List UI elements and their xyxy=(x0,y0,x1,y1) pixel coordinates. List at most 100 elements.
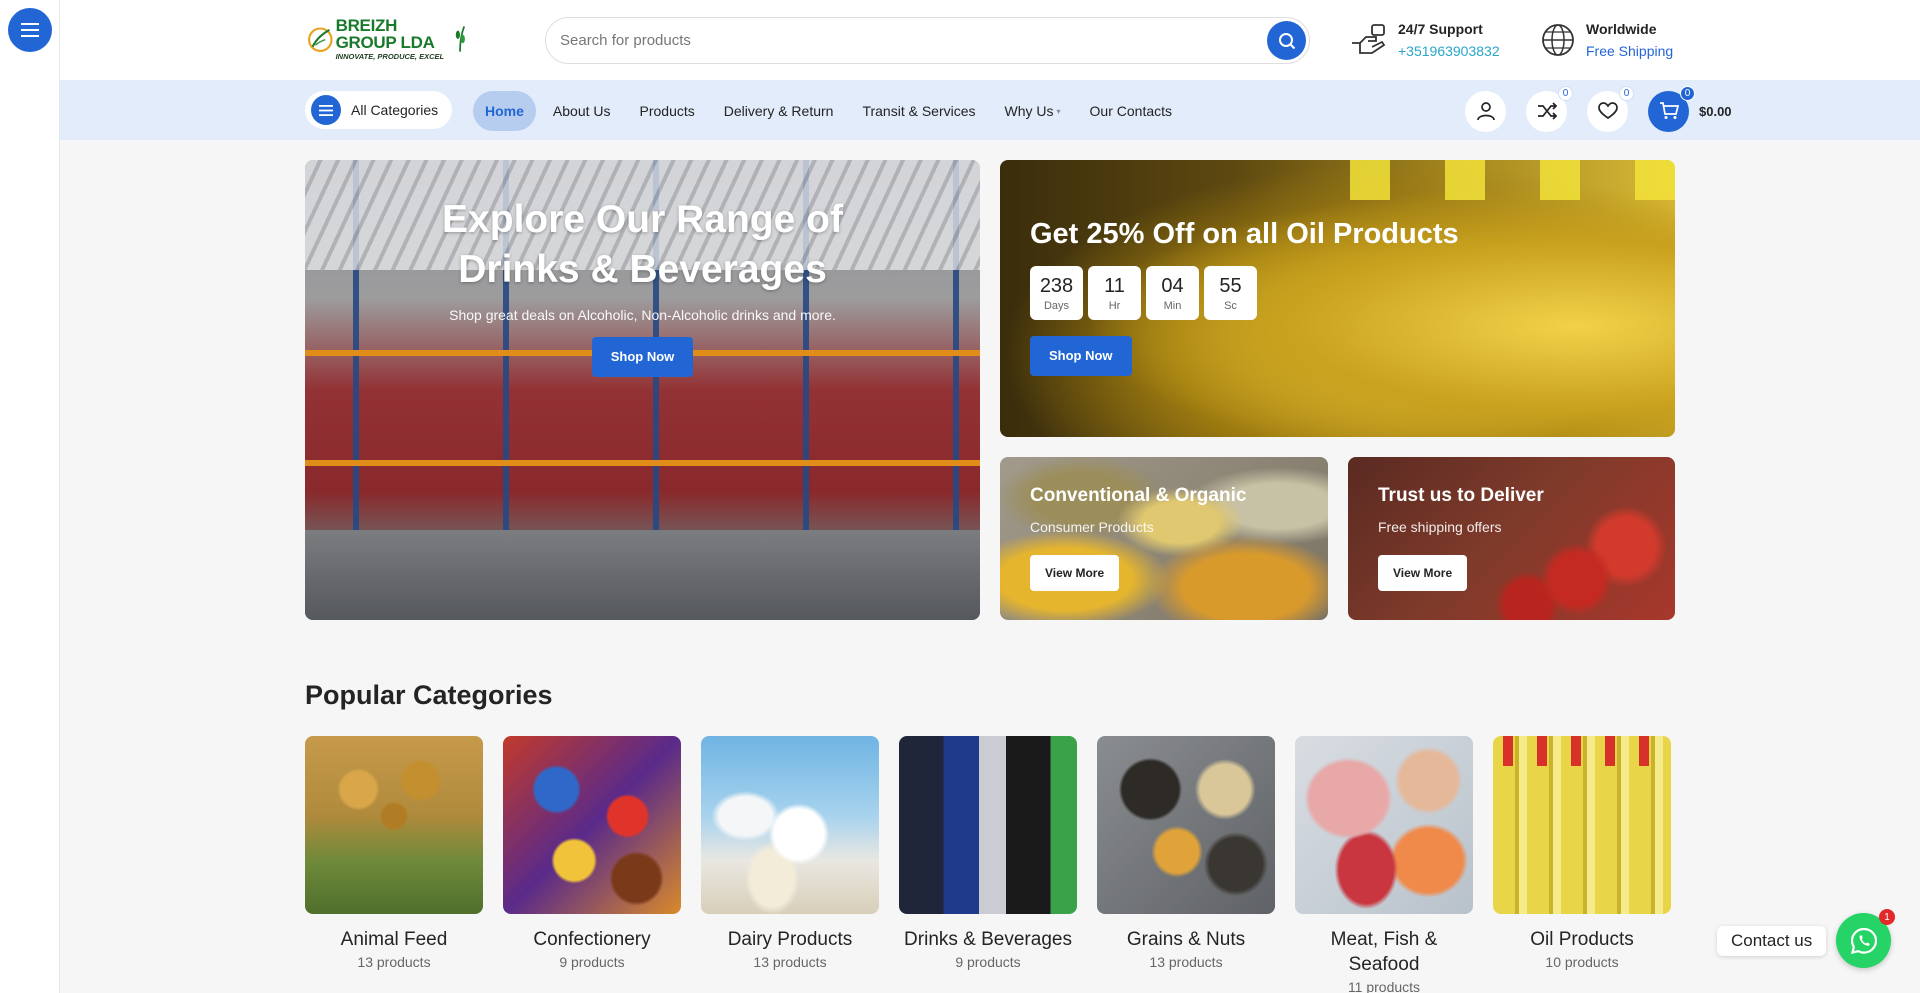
shipping-title: Worldwide xyxy=(1586,21,1657,37)
timer-days: 238 Days xyxy=(1030,266,1083,320)
category-card-grains-nuts[interactable]: Grains & Nuts 13 products xyxy=(1097,736,1275,993)
category-image[interactable] xyxy=(1295,736,1473,914)
wishlist-button[interactable]: 0 xyxy=(1587,85,1634,132)
cart-count: 0 xyxy=(1680,85,1695,101)
category-count: 13 products xyxy=(1149,954,1223,970)
hero-shop-now-button[interactable]: Shop Now xyxy=(591,337,694,377)
category-image[interactable] xyxy=(701,736,879,914)
timer-seconds-value: 55 xyxy=(1219,274,1242,297)
account-button[interactable] xyxy=(1465,90,1506,132)
delivery-view-more-button[interactable]: View More xyxy=(1378,555,1468,591)
chevron-down-icon: ▾ xyxy=(1056,106,1061,116)
category-card-dairy[interactable]: Dairy Products 13 products xyxy=(701,736,879,993)
nav-products[interactable]: Products xyxy=(628,91,707,131)
hamburger-icon xyxy=(319,104,333,116)
nav-menu: Home About Us Products Delivery & Return… xyxy=(473,91,1189,131)
nav-delivery-return[interactable]: Delivery & Return xyxy=(712,91,846,131)
contact-us-label[interactable]: Contact us xyxy=(1717,926,1827,956)
organic-products-banner: Conventional & Organic Consumer Products… xyxy=(1000,457,1328,620)
category-card-oil-products[interactable]: Oil Products 10 products xyxy=(1493,736,1671,993)
hero-banner-drinks: Explore Our Range of Drinks & Beverages … xyxy=(305,160,980,620)
category-card-animal-feed[interactable]: Animal Feed 13 products xyxy=(305,736,483,993)
nav-why-us-label: Why Us xyxy=(1004,103,1054,119)
timer-days-value: 238 xyxy=(1039,274,1074,297)
oil-promo-banner: Get 25% Off on all Oil Products 238 Days… xyxy=(1000,160,1675,437)
all-categories-button[interactable]: All Categories xyxy=(305,91,452,129)
delivery-banner: Trust us to Deliver Free shipping offers… xyxy=(1348,457,1675,620)
organic-banner-subtitle: Consumer Products xyxy=(1030,519,1154,535)
category-name[interactable]: Drinks & Beverages xyxy=(899,927,1077,952)
wheat-icon xyxy=(308,27,333,52)
timer-hours: 11 Hr xyxy=(1088,266,1141,320)
delivery-banner-title: Trust us to Deliver xyxy=(1378,485,1544,506)
oil-shop-now-button[interactable]: Shop Now xyxy=(1030,336,1132,376)
support-phone-link[interactable]: +351963903832 xyxy=(1398,43,1500,59)
category-name[interactable]: Grains & Nuts xyxy=(1097,927,1275,952)
category-image[interactable] xyxy=(1097,736,1275,914)
search-input[interactable] xyxy=(560,18,1240,63)
shuffle-icon xyxy=(1537,102,1557,120)
brand-name: BREIZH GROUP LDA xyxy=(335,16,435,53)
category-count: 13 products xyxy=(753,954,827,970)
category-name[interactable]: Animal Feed xyxy=(305,927,483,952)
category-name[interactable]: Confectionery xyxy=(503,927,681,952)
category-count: 10 products xyxy=(1545,954,1619,970)
popular-categories-heading: Popular Categories xyxy=(305,680,553,710)
globe-icon xyxy=(1542,24,1574,56)
nav-why-us[interactable]: Why Us ▾ xyxy=(993,91,1073,131)
nav-our-contacts[interactable]: Our Contacts xyxy=(1078,91,1184,131)
nav-home[interactable]: Home xyxy=(473,91,536,131)
delivery-banner-subtitle: Free shipping offers xyxy=(1378,519,1502,535)
search-bar xyxy=(545,17,1310,64)
category-card-confectionery[interactable]: Confectionery 9 products xyxy=(503,736,681,993)
search-icon xyxy=(1278,32,1295,49)
whatsapp-icon xyxy=(1850,927,1877,954)
heart-icon xyxy=(1597,102,1618,120)
wishlist-count: 0 xyxy=(1619,85,1634,101)
category-name[interactable]: Oil Products xyxy=(1493,927,1671,952)
side-menu-button[interactable] xyxy=(8,8,52,52)
timer-hours-label: Hr xyxy=(1108,299,1121,312)
organic-banner-title: Conventional & Organic xyxy=(1030,485,1247,506)
shipping-info: Worldwide Free Shipping xyxy=(1540,16,1673,64)
hamburger-icon xyxy=(21,23,39,37)
cart-total: $0.00 xyxy=(1699,103,1732,119)
category-count: 9 products xyxy=(559,954,625,970)
category-grid: Animal Feed 13 products Confectionery 9 … xyxy=(305,736,1675,993)
brand-logo[interactable]: BREIZH GROUP LDA INNOVATE, PRODUCE, EXCE… xyxy=(307,16,467,62)
user-icon xyxy=(1476,102,1495,121)
category-name[interactable]: Meat, Fish & Seafood xyxy=(1295,927,1473,977)
cart-icon xyxy=(1659,102,1679,119)
wheat-sprig-icon xyxy=(455,26,466,52)
search-button[interactable] xyxy=(1267,21,1306,60)
header-actions: 0 0 0 $0.00 xyxy=(1465,85,1732,132)
category-count: 9 products xyxy=(955,954,1021,970)
category-image[interactable] xyxy=(503,736,681,914)
category-image[interactable] xyxy=(899,736,1077,914)
category-card-drinks[interactable]: Drinks & Beverages 9 products xyxy=(899,736,1077,993)
organic-view-more-button[interactable]: View More xyxy=(1030,555,1120,591)
timer-hours-value: 11 xyxy=(1104,274,1125,297)
category-name[interactable]: Dairy Products xyxy=(701,927,879,952)
timer-minutes-label: Min xyxy=(1163,299,1182,312)
category-count: 11 products xyxy=(1347,979,1421,993)
warehouse-floor-image xyxy=(305,530,980,620)
all-categories-label: All Categories xyxy=(351,102,439,118)
timer-minutes: 04 Min xyxy=(1146,266,1199,320)
category-image[interactable] xyxy=(1493,736,1671,914)
nav-transit-services[interactable]: Transit & Services xyxy=(850,91,987,131)
notification-badge: 1 xyxy=(1879,909,1895,925)
category-count: 13 products xyxy=(357,954,431,970)
compare-button[interactable]: 0 xyxy=(1526,85,1573,132)
cart-button[interactable]: 0 $0.00 xyxy=(1648,85,1732,132)
shipping-subtitle: Free Shipping xyxy=(1586,43,1674,59)
timer-days-label: Days xyxy=(1043,299,1070,312)
hero-subtitle: Shop great deals on Alcoholic, Non-Alcoh… xyxy=(449,307,836,323)
support-info: 24/7 Support +351963903832 xyxy=(1350,16,1500,64)
category-card-meat-fish[interactable]: Meat, Fish & Seafood 11 products xyxy=(1295,736,1473,993)
support-title: 24/7 Support xyxy=(1398,21,1483,37)
timer-minutes-value: 04 xyxy=(1161,274,1184,297)
nav-about-us[interactable]: About Us xyxy=(541,91,623,131)
header-top: BREIZH GROUP LDA INNOVATE, PRODUCE, EXCE… xyxy=(60,0,1920,80)
category-image[interactable] xyxy=(305,736,483,914)
